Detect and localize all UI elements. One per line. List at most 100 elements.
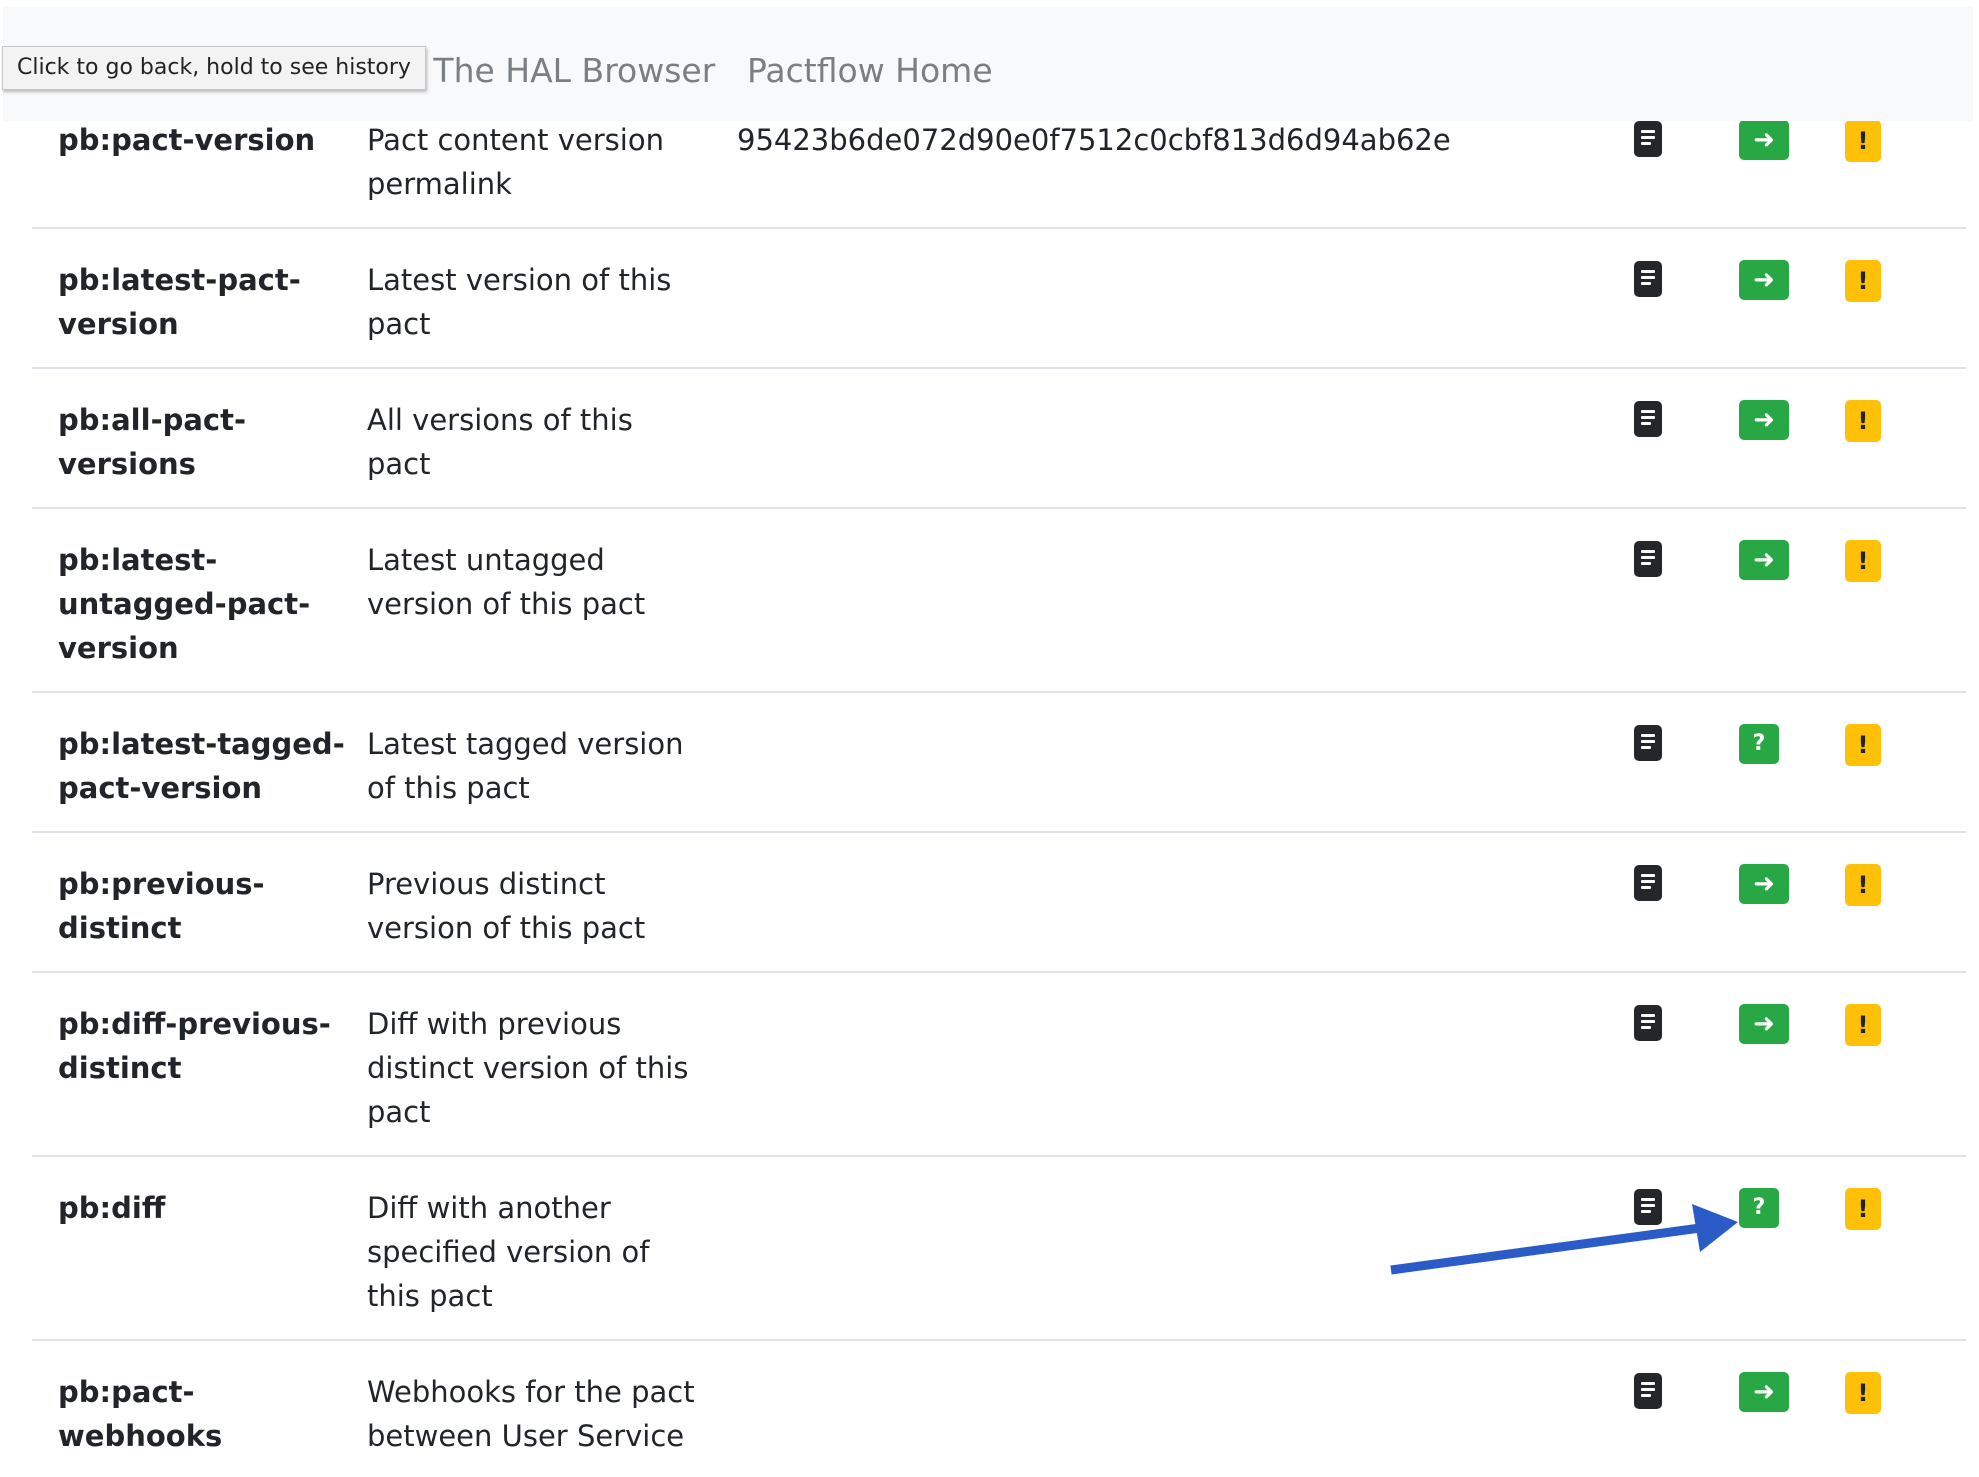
non-get-request-button[interactable]: ! (1845, 540, 1881, 582)
non-get-request-button[interactable]: ! (1845, 260, 1881, 302)
non-get-request-button[interactable]: ! (1845, 864, 1881, 906)
docs-button[interactable] (1634, 1005, 1662, 1041)
document-icon-line (1641, 1198, 1655, 1201)
arrow-right-icon: ➜ (1753, 545, 1775, 575)
link-rel: pb:diff (58, 1191, 166, 1225)
exclamation-icon: ! (1857, 267, 1869, 295)
exclamation-icon: ! (1857, 1379, 1869, 1407)
document-icon-line (1641, 1014, 1655, 1017)
link-title: Pact content version permalink (367, 123, 664, 201)
nav-link-hal-browser[interactable]: t The HAL Browser (410, 47, 715, 95)
follow-link-button[interactable]: ➜ (1739, 1004, 1789, 1044)
query-button[interactable]: ? (1739, 1188, 1779, 1228)
link-row: pb:diff Diff with another specified versi… (32, 1186, 1966, 1341)
document-icon-line (1641, 422, 1651, 425)
link-rel: pb:all-pact-versions (58, 403, 247, 481)
non-get-request-button[interactable]: ! (1845, 120, 1881, 162)
document-icon-line (1641, 1204, 1655, 1207)
non-get-request-button[interactable]: ! (1845, 1372, 1881, 1414)
document-icon-line (1641, 734, 1655, 737)
link-title: Latest tagged version of this pact (367, 727, 684, 805)
link-title: All versions of this pact (367, 403, 633, 481)
link-row: pb:latest-untagged-pact-version Latest un… (32, 538, 1966, 693)
follow-link-button[interactable]: ➜ (1739, 120, 1789, 160)
document-icon-line (1641, 416, 1655, 419)
document-icon-line (1641, 142, 1651, 145)
docs-button[interactable] (1634, 541, 1662, 577)
document-icon-line (1641, 1394, 1651, 1397)
docs-button[interactable] (1634, 261, 1662, 297)
arrow-right-icon: ➜ (1753, 1377, 1775, 1407)
question-mark-icon: ? (1752, 731, 1766, 756)
docs-button[interactable] (1634, 121, 1662, 157)
document-icon-line (1641, 276, 1655, 279)
exclamation-icon: ! (1857, 407, 1869, 435)
docs-button[interactable] (1634, 1189, 1662, 1225)
document-icon-line (1641, 282, 1651, 285)
question-mark-icon: ? (1752, 1195, 1766, 1220)
docs-button[interactable] (1634, 401, 1662, 437)
link-title: Webhooks for the pact between User Servi… (367, 1375, 695, 1453)
query-button[interactable]: ? (1739, 724, 1779, 764)
back-button-tooltip: Click to go back, hold to see history (2, 46, 426, 90)
exclamation-icon: ! (1857, 731, 1869, 759)
link-rel: pb:previous-distinct (58, 867, 265, 945)
arrow-right-icon: ➜ (1753, 869, 1775, 899)
arrow-right-icon: ➜ (1753, 265, 1775, 295)
link-title: Previous distinct version of this pact (367, 867, 646, 945)
arrow-right-icon: ➜ (1753, 405, 1775, 435)
link-rel: pb:pact-webhooks (58, 1375, 223, 1453)
link-title: Diff with another specified version of t… (367, 1191, 650, 1313)
document-icon-line (1641, 874, 1655, 877)
docs-button[interactable] (1634, 865, 1662, 901)
link-rel: pb:latest-untagged-pact-version (58, 543, 311, 665)
arrow-right-icon: ➜ (1753, 125, 1775, 155)
document-icon-line (1641, 550, 1655, 553)
docs-button[interactable] (1634, 1373, 1662, 1409)
nav-link-pactflow-home[interactable]: Pactflow Home (747, 47, 993, 95)
document-icon-line (1641, 1388, 1655, 1391)
link-row: pb:all-pact-versions All versions of this… (32, 398, 1966, 509)
link-row: pb:latest-pact-version Latest version of … (32, 258, 1966, 369)
link-rel: pb:pact-version (58, 123, 316, 157)
link-title: Latest untagged version of this pact (367, 543, 646, 621)
follow-link-button[interactable]: ➜ (1739, 260, 1789, 300)
document-icon-line (1641, 1210, 1651, 1213)
document-icon-line (1641, 1382, 1655, 1385)
exclamation-icon: ! (1857, 871, 1869, 899)
hal-browser-page: t The HAL Browser Pactflow Home Click to… (0, 0, 1979, 1477)
follow-link-button[interactable]: ➜ (1739, 864, 1789, 904)
document-icon-line (1641, 410, 1655, 413)
link-row: pb:previous-distinct Previous distinct ve… (32, 862, 1966, 973)
document-icon-line (1641, 270, 1655, 273)
link-name: 95423b6de072d90e0f7512c0cbf813d6d94ab62e (737, 123, 1451, 157)
document-icon-line (1641, 1026, 1651, 1029)
link-title: Latest version of this pact (367, 263, 672, 341)
document-icon-line (1641, 562, 1651, 565)
link-rel: pb:latest-tagged-pact-version (58, 727, 345, 805)
document-icon-line (1641, 886, 1651, 889)
non-get-request-button[interactable]: ! (1845, 400, 1881, 442)
document-icon-line (1641, 130, 1655, 133)
link-title: Diff with previous distinct version of t… (367, 1007, 689, 1129)
document-icon-line (1641, 1020, 1655, 1023)
document-icon-line (1641, 136, 1655, 139)
arrow-right-icon: ➜ (1753, 1009, 1775, 1039)
link-row: pb:diff-previous-distinct Diff with previ… (32, 1002, 1966, 1157)
link-row: pb:latest-tagged-pact-version Latest tagg… (32, 722, 1966, 833)
follow-link-button[interactable]: ➜ (1739, 400, 1789, 440)
document-icon-line (1641, 880, 1655, 883)
document-icon-line (1641, 556, 1655, 559)
docs-button[interactable] (1634, 725, 1662, 761)
exclamation-icon: ! (1857, 1195, 1869, 1223)
link-rel: pb:latest-pact-version (58, 263, 301, 341)
exclamation-icon: ! (1857, 127, 1869, 155)
non-get-request-button[interactable]: ! (1845, 1188, 1881, 1230)
document-icon-line (1641, 740, 1655, 743)
link-rel: pb:diff-previous-distinct (58, 1007, 331, 1085)
follow-link-button[interactable]: ➜ (1739, 540, 1789, 580)
non-get-request-button[interactable]: ! (1845, 724, 1881, 766)
non-get-request-button[interactable]: ! (1845, 1004, 1881, 1046)
document-icon-line (1641, 746, 1651, 749)
follow-link-button[interactable]: ➜ (1739, 1372, 1789, 1412)
